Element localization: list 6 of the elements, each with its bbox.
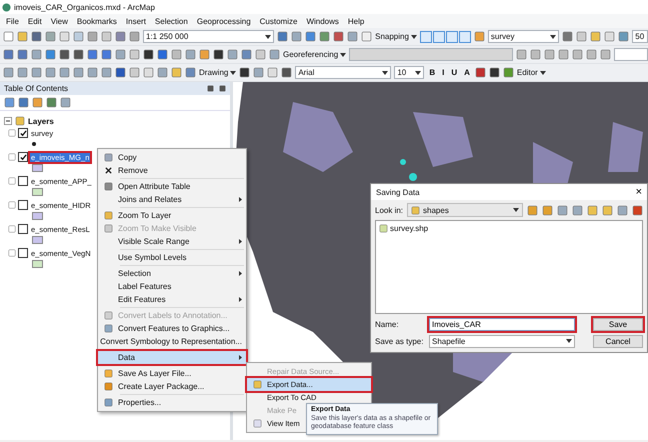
field-label: Name:: [375, 320, 400, 328]
field-label: Look in:: [375, 206, 404, 214]
field-label: Save as type:: [375, 336, 424, 346]
panel-title: Table Of Contents: [4, 84, 68, 93]
dialog-title: Saving Data: [376, 188, 420, 196]
window-title: imoveis_CAR_Organicos.mxd - ArcMap: [14, 2, 155, 12]
